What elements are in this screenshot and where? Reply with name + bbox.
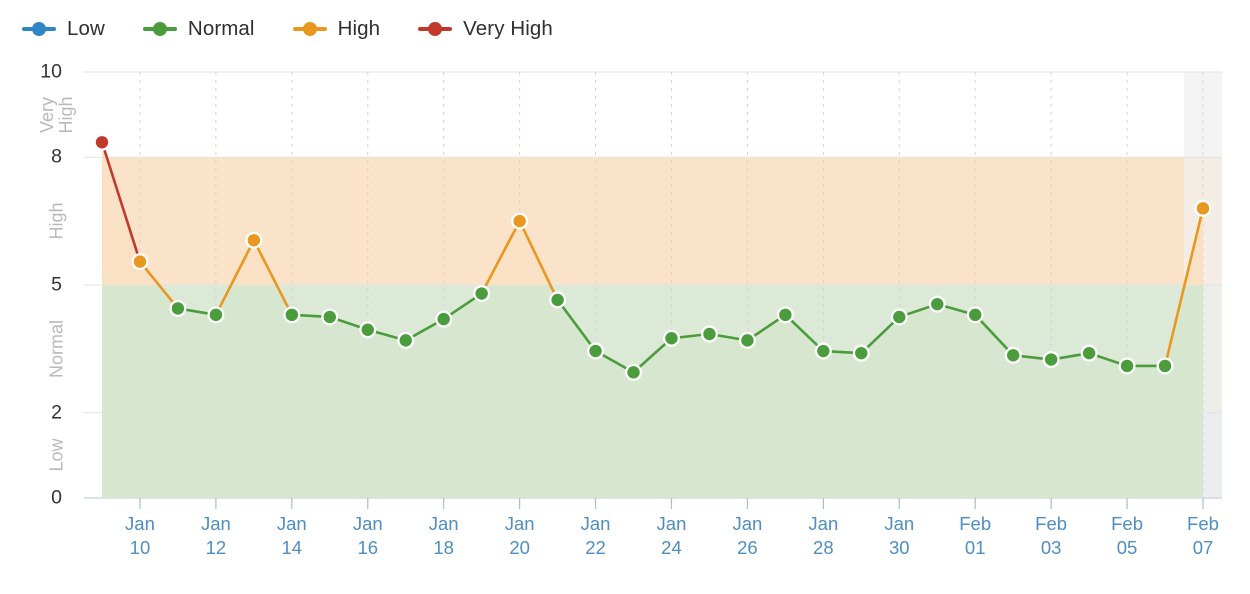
data-point[interactable]: [551, 293, 564, 307]
x-axis-tick-label: Jan 30: [864, 512, 934, 559]
data-point[interactable]: [475, 287, 488, 300]
data-point[interactable]: [513, 214, 526, 228]
data-point[interactable]: [437, 312, 450, 326]
data-point[interactable]: [817, 344, 830, 358]
y-axis-tick-label: 8: [51, 145, 62, 168]
x-tick-month: Jan: [276, 513, 307, 534]
data-point[interactable]: [1196, 202, 1210, 215]
x-tick-month: Jan: [656, 513, 687, 534]
x-axis-tick-label: Feb 01: [940, 512, 1010, 559]
band-label-low: Low: [46, 438, 67, 472]
y-axis-tick-label: 5: [51, 273, 62, 296]
x-axis-tick-label: Jan 28: [788, 512, 858, 559]
x-tick-month: Jan: [504, 513, 535, 534]
data-point[interactable]: [95, 136, 109, 149]
x-axis-tick-label: Feb 07: [1168, 512, 1238, 559]
x-tick-month: Jan: [125, 513, 155, 534]
x-tick-day: 03: [1040, 536, 1062, 558]
x-axis-tick-label: Feb 05: [1092, 512, 1162, 559]
x-axis-tick-label: Jan 20: [485, 512, 555, 559]
data-point[interactable]: [589, 344, 602, 358]
x-tick-day: 14: [281, 536, 303, 558]
x-tick-day: 10: [129, 536, 151, 558]
x-tick-month: Jan: [808, 513, 839, 534]
x-tick-day: 30: [888, 536, 910, 558]
x-tick-month: Jan: [200, 513, 231, 534]
data-point[interactable]: [969, 308, 982, 322]
y-axis-tick-label: 2: [51, 401, 62, 424]
data-point[interactable]: [209, 308, 223, 322]
y-axis-tick-label: 10: [40, 60, 62, 83]
x-axis-tick-label: Jan 24: [636, 512, 706, 559]
x-axis-tick-label: Jan 10: [105, 512, 175, 559]
data-point[interactable]: [1006, 349, 1020, 362]
y-axis-tick-label: 0: [51, 486, 62, 509]
data-point[interactable]: [627, 366, 640, 379]
x-tick-month: Jan: [352, 513, 383, 534]
data-point[interactable]: [893, 310, 906, 324]
data-point[interactable]: [931, 297, 944, 311]
data-point[interactable]: [741, 334, 754, 347]
data-point[interactable]: [1120, 359, 1134, 373]
x-axis-tick-label: Jan 14: [257, 512, 327, 559]
x-axis-tick-label: Jan 16: [333, 512, 403, 559]
x-tick-day: 28: [813, 536, 834, 558]
band-high: [102, 157, 1222, 285]
x-tick-day: 05: [1116, 536, 1138, 558]
data-point[interactable]: [133, 255, 147, 268]
x-axis-tick-label: Jan 18: [409, 512, 479, 559]
x-tick-month: Jan: [580, 513, 611, 534]
x-tick-day: 16: [357, 536, 379, 558]
data-point[interactable]: [855, 346, 868, 360]
band-label-normal: Normal: [46, 319, 67, 378]
data-point[interactable]: [1082, 346, 1096, 360]
x-tick-day: 24: [661, 536, 682, 558]
x-axis-tick-label: Jan 22: [561, 512, 631, 559]
x-tick-day: 26: [737, 536, 758, 558]
x-tick-day: 01: [964, 536, 986, 558]
x-tick-day: 18: [433, 536, 454, 558]
x-tick-month: Feb: [1187, 513, 1219, 534]
x-tick-day: 20: [509, 536, 530, 558]
x-tick-day: 22: [585, 536, 606, 558]
x-axis-tick-label: Jan 26: [712, 512, 782, 559]
x-tick-day: 07: [1192, 536, 1214, 558]
data-point[interactable]: [703, 327, 716, 341]
x-tick-month: Feb: [1035, 513, 1068, 534]
data-point[interactable]: [285, 308, 299, 322]
data-point[interactable]: [323, 310, 336, 324]
band-label-very-high: Very High: [36, 96, 76, 134]
x-tick-month: Feb: [959, 513, 992, 534]
chart-plot-area: 0 2 5 8 10 Low Normal High Very High Jan 10 Jan 12…: [0, 0, 1250, 594]
chart-root: Low Normal High Very High 0 2 5 8 10 Low Normal H…: [0, 0, 1250, 594]
band-label-high: High: [46, 202, 67, 240]
data-point[interactable]: [1044, 353, 1058, 366]
x-tick-month: Jan: [884, 513, 915, 534]
chart-svg: [84, 71, 1222, 509]
data-point[interactable]: [1158, 359, 1172, 373]
data-point[interactable]: [665, 332, 678, 345]
x-tick-month: Jan: [428, 513, 459, 534]
x-axis-tick-label: Feb 03: [1016, 512, 1086, 559]
x-tick-day: 12: [205, 536, 227, 558]
data-point[interactable]: [399, 334, 412, 347]
x-tick-month: Jan: [732, 513, 763, 534]
x-axis-tick-label: Jan 12: [181, 512, 251, 559]
data-point[interactable]: [361, 323, 374, 336]
data-point[interactable]: [779, 308, 792, 322]
data-point[interactable]: [247, 234, 261, 247]
x-tick-month: Feb: [1111, 513, 1143, 534]
data-point[interactable]: [171, 302, 185, 315]
